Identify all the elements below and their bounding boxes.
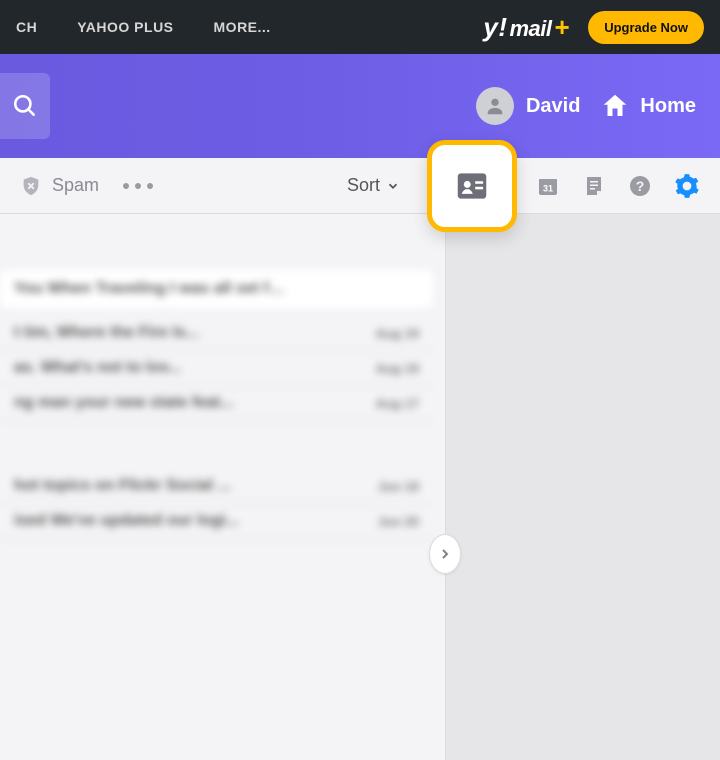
- message-subject: ng man your new state feat...: [14, 394, 234, 412]
- list-item[interactable]: ng man your new state feat... Aug 17: [0, 386, 433, 421]
- calendar-icon: 31: [536, 174, 560, 198]
- message-date: Aug 19: [376, 326, 419, 341]
- user-name: David: [526, 95, 580, 118]
- avatar-icon: [484, 95, 506, 117]
- settings-button[interactable]: [674, 173, 700, 199]
- search-icon: [12, 93, 38, 119]
- right-panel-tabs: 31 ?: [536, 173, 700, 199]
- home-label: Home: [640, 95, 696, 118]
- message-subject: ised We've updated our logi...: [14, 512, 239, 530]
- list-item[interactable]: hot topics on Flickr Social ... Jun 18: [0, 469, 433, 504]
- upgrade-now-button[interactable]: Upgrade Now: [588, 11, 704, 44]
- yahoo-mail-plus-logo[interactable]: y! mail +: [483, 12, 570, 43]
- message-subject: as. What's not to lov...: [14, 359, 181, 377]
- main: You When Traveling I was all set for ...…: [0, 214, 720, 760]
- collapse-pane-button[interactable]: [429, 534, 461, 574]
- shield-x-icon: [20, 175, 42, 197]
- topnav-item-1[interactable]: YAHOO PLUS: [77, 19, 173, 35]
- top-nav-left: CH YAHOO PLUS MORE...: [16, 19, 451, 35]
- header-right: David Home: [476, 87, 696, 125]
- message-subject: hot topics on Flickr Social ...: [14, 477, 231, 495]
- toolbar: Spam Sort 31 ?: [0, 158, 720, 214]
- avatar: [476, 87, 514, 125]
- list-item[interactable]: t tim, Where the Fire Is... Aug 19: [0, 316, 433, 351]
- logo-y: y!: [483, 12, 507, 43]
- message-date: Aug 19: [376, 361, 419, 376]
- notepad-icon: [582, 174, 606, 198]
- message-date: Jun 18: [378, 479, 419, 494]
- spam-label: Spam: [52, 175, 99, 196]
- message-list-pane: You When Traveling I was all set for ...…: [0, 214, 446, 760]
- sort-dropdown[interactable]: Sort: [347, 175, 400, 196]
- more-actions-button[interactable]: [123, 183, 153, 189]
- contacts-icon: [453, 167, 491, 205]
- calendar-button[interactable]: 31: [536, 174, 560, 198]
- search-input[interactable]: [0, 73, 50, 139]
- header: David Home: [0, 54, 720, 158]
- top-nav: CH YAHOO PLUS MORE... y! mail + Upgrade …: [0, 0, 720, 54]
- top-nav-right: y! mail + Upgrade Now: [483, 11, 704, 44]
- account-menu[interactable]: David: [476, 87, 580, 125]
- message-subject: You When Traveling I was all set for ...: [14, 280, 294, 298]
- help-button[interactable]: ?: [628, 174, 652, 198]
- list-item[interactable]: You When Traveling I was all set for ...: [0, 270, 433, 308]
- reading-pane: [446, 214, 720, 760]
- logo-mail: mail: [509, 16, 551, 42]
- help-icon: ?: [628, 174, 652, 198]
- settings-gear-icon: [674, 173, 700, 199]
- svg-text:31: 31: [543, 183, 553, 193]
- chevron-right-icon: [437, 546, 453, 562]
- list-item[interactable]: ised We've updated our logi... Jun 25: [0, 504, 433, 539]
- message-subject: t tim, Where the Fire Is...: [14, 324, 199, 342]
- home-icon: [600, 91, 630, 121]
- logo-plus-icon: +: [555, 12, 571, 43]
- chevron-down-icon: [386, 179, 400, 193]
- message-date: Aug 17: [376, 396, 419, 411]
- more-icon: [123, 183, 129, 189]
- contacts-button[interactable]: [427, 140, 517, 232]
- home-link[interactable]: Home: [600, 91, 696, 121]
- topnav-item-0[interactable]: CH: [16, 19, 37, 35]
- svg-text:?: ?: [636, 178, 645, 194]
- spam-button[interactable]: Spam: [20, 175, 99, 197]
- topnav-item-2[interactable]: MORE...: [214, 19, 271, 35]
- sort-label: Sort: [347, 175, 380, 196]
- list-item[interactable]: as. What's not to lov... Aug 19: [0, 351, 433, 386]
- notepad-button[interactable]: [582, 174, 606, 198]
- message-date: Jun 25: [378, 514, 419, 529]
